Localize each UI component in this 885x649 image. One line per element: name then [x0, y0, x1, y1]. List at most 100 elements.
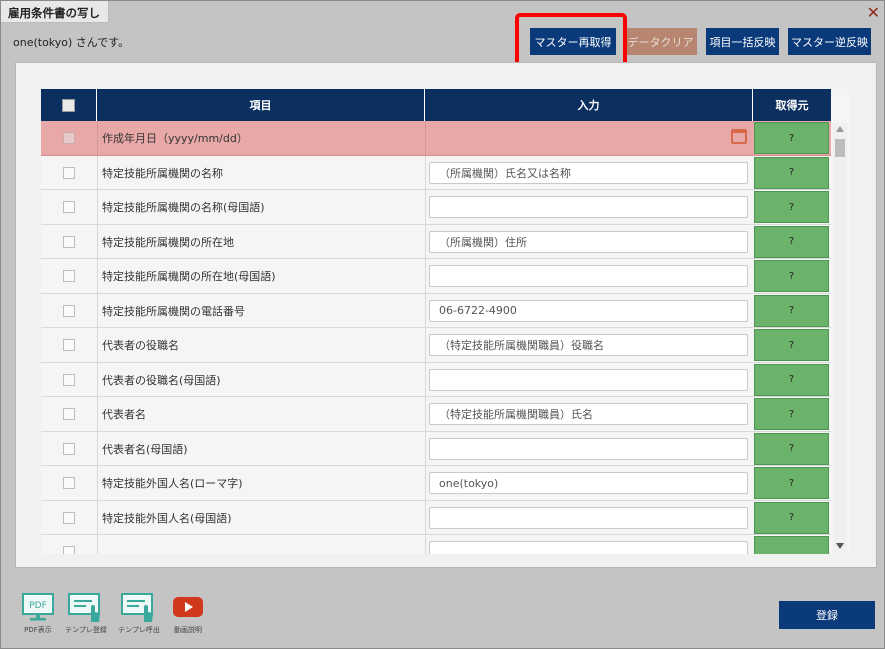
row-checkbox[interactable] [63, 270, 75, 282]
source-cell[interactable]: ? [754, 225, 829, 258]
row-checkbox[interactable] [63, 304, 75, 317]
row-label: 特定技能外国人名(母国語) [102, 511, 232, 525]
row-input-field[interactable] [429, 196, 748, 218]
source-cell[interactable]: ? [754, 398, 829, 430]
row-checkbox[interactable] [63, 546, 75, 554]
row-checkbox[interactable] [63, 235, 75, 248]
row-checkbox[interactable] [63, 339, 75, 351]
source-cell[interactable]: ? [754, 156, 829, 189]
row-label: 特定技能所属機関の名称 [102, 166, 223, 180]
table-row: 特定技能所属機関の所在地(母国語)? [41, 259, 831, 294]
dialog-title: 雇用条件書の写し [8, 6, 100, 20]
row-checkbox[interactable] [63, 477, 75, 489]
table-row: 代表者名 （特定技能所属機関職員）氏名? [41, 397, 831, 432]
row-input-field[interactable] [429, 437, 748, 460]
pdf-view-button[interactable]: PDF PDF表示 [15, 592, 61, 634]
data-clear-button[interactable]: データクリア [624, 28, 697, 55]
table-row: 代表者の役職名(母国語)? [41, 362, 831, 397]
header-checkbox-cell [41, 89, 97, 121]
template-load-button[interactable]: テンプレ呼出 [116, 592, 162, 634]
column-divider [425, 224, 426, 258]
source-cell[interactable]: ? [754, 329, 829, 361]
pdf-monitor-icon: PDF [22, 593, 54, 621]
row-label: 代表者名 [102, 408, 146, 421]
row-checkbox[interactable] [63, 373, 75, 386]
calendar-icon[interactable] [731, 129, 747, 144]
table-row: 特定技能所属機関の名称 （所属機関）氏名又は名称? [41, 155, 831, 190]
dialog-titlebar: 雇用条件書の写し [1, 1, 109, 23]
table-row: 特定技能外国人名(ローマ字) one(tokyo)? [41, 466, 831, 501]
row-input-field[interactable]: one(tokyo) [429, 472, 748, 494]
row-label: 作成年月日（yyyy/mm/dd） [102, 132, 248, 145]
template-save-button[interactable]: テンプレ登録 [63, 592, 109, 634]
column-divider [97, 500, 98, 534]
user-greeting: one(tokyo) さんです。 [13, 36, 130, 49]
scrollbar-thumb[interactable] [835, 139, 845, 157]
bulk-reflect-button[interactable]: 項目一括反映 [706, 28, 779, 55]
source-cell[interactable]: ? [754, 363, 829, 396]
table-header: 項目 入力 取得元 [41, 89, 831, 121]
column-divider [97, 397, 98, 431]
row-label: 特定技能所属機関の電話番号 [102, 304, 245, 318]
column-divider [425, 121, 426, 155]
template-save-caption: テンプレ登録 [65, 626, 107, 634]
scroll-down-arrow-icon[interactable] [836, 543, 844, 549]
column-divider [425, 362, 426, 396]
row-input-field[interactable] [429, 265, 748, 287]
close-icon[interactable]: ✕ [867, 3, 880, 22]
header-source: 取得元 [775, 99, 809, 112]
row-input-field[interactable]: （所属機関）住所 [429, 230, 748, 253]
row-checkbox[interactable] [63, 442, 75, 455]
column-divider [97, 155, 98, 189]
row-input-field[interactable]: （特定技能所属機関職員）氏名 [429, 403, 748, 425]
scroll-up-arrow-icon[interactable] [836, 126, 844, 132]
row-input-field[interactable] [429, 368, 748, 391]
header-input: 入力 [425, 89, 753, 121]
template-load-icon [121, 593, 153, 622]
column-divider [425, 431, 426, 465]
column-divider [97, 535, 98, 554]
column-divider [97, 293, 98, 327]
row-checkbox[interactable] [63, 166, 75, 179]
video-guide-button[interactable]: 動画説明 [165, 592, 211, 634]
column-divider [97, 431, 98, 465]
column-divider [425, 293, 426, 327]
select-all-checkbox[interactable] [62, 98, 75, 112]
master-reverse-button[interactable]: マスター逆反映 [788, 28, 871, 55]
source-cell[interactable]: ? [754, 122, 829, 154]
column-divider [425, 466, 426, 500]
video-guide-caption: 動画説明 [174, 626, 202, 634]
register-button[interactable]: 登録 [779, 601, 875, 629]
row-checkbox[interactable] [63, 511, 75, 524]
source-cell[interactable]: ? [754, 294, 829, 327]
row-input-field[interactable]: （所属機関）氏名又は名称 [429, 161, 748, 184]
source-cell[interactable]: ? [754, 260, 829, 292]
row-input-field[interactable]: （特定技能所属機関職員）役職名 [429, 334, 748, 356]
table-row: 代表者の役職名 （特定技能所属機関職員）役職名? [41, 328, 831, 363]
row-checkbox[interactable] [63, 201, 75, 213]
source-cell[interactable]: ? [754, 432, 829, 465]
column-divider [97, 259, 98, 293]
row-checkbox[interactable] [63, 408, 75, 420]
column-divider [425, 259, 426, 293]
row-input-field[interactable] [429, 541, 748, 554]
table-scrollbar[interactable] [833, 123, 847, 553]
row-checkbox[interactable] [63, 132, 75, 144]
source-cell[interactable]: ? [754, 191, 829, 223]
header-item: 項目 [97, 89, 425, 121]
source-cell[interactable]: ? [754, 501, 829, 534]
video-play-icon [173, 597, 203, 617]
source-cell[interactable]: ? [754, 467, 829, 499]
table-row [41, 535, 831, 554]
table-row: 特定技能所属機関の名称(母国語)? [41, 190, 831, 225]
column-divider [97, 466, 98, 500]
row-label: 特定技能所属機関の名称(母国語) [102, 201, 265, 214]
column-divider [97, 328, 98, 362]
source-cell[interactable] [754, 536, 829, 554]
row-input-field[interactable] [429, 506, 748, 529]
row-label: 代表者の役職名(母国語) [102, 373, 221, 387]
template-save-icon [68, 593, 100, 622]
table-row: 特定技能所属機関の所在地 （所属機関）住所? [41, 224, 831, 259]
row-input-field[interactable]: 06-6722-4900 [429, 299, 748, 322]
column-divider [97, 121, 98, 155]
